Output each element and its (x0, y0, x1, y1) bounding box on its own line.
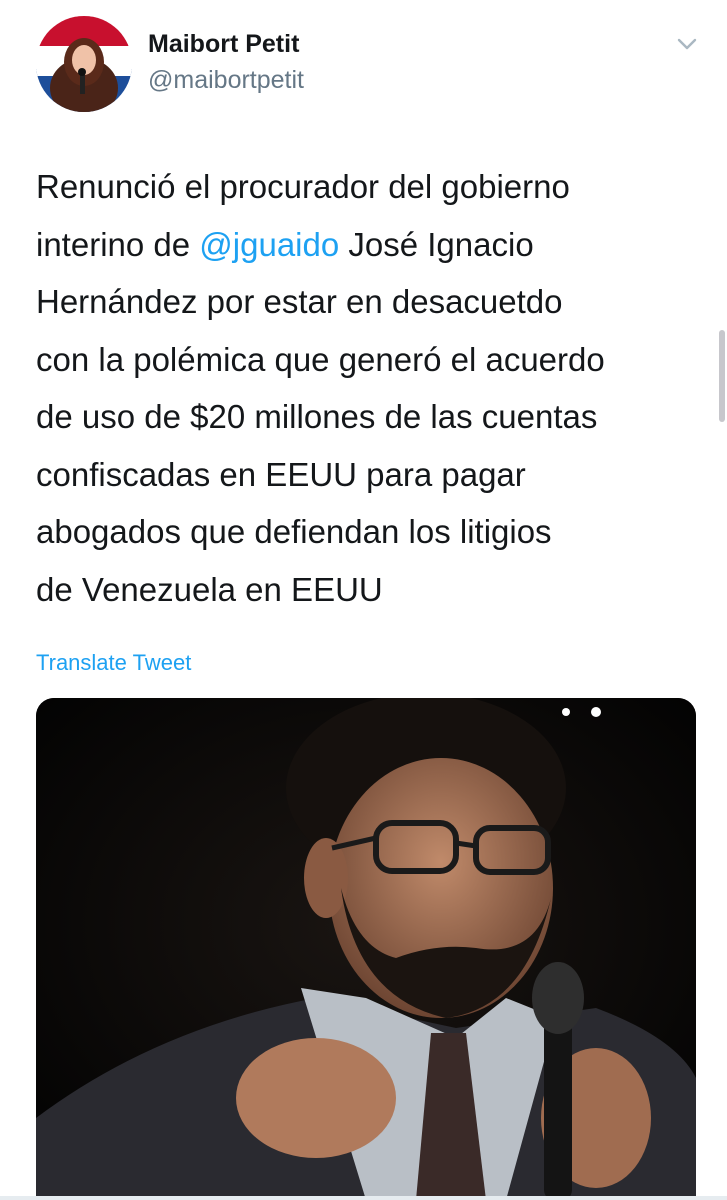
tweet-text-part-2: José Ignacio Hernández por estar en desa… (36, 225, 605, 608)
chevron-down-icon[interactable] (676, 36, 698, 52)
user-handle[interactable]: @maibortpetit (148, 66, 304, 95)
avatar[interactable] (36, 16, 132, 112)
tweet-photo[interactable] (36, 698, 696, 1200)
photo-of-man-with-microphone-icon (36, 698, 696, 1200)
display-name[interactable]: Maibort Petit (148, 30, 299, 59)
divider (0, 1196, 727, 1200)
translate-tweet-link[interactable]: Translate Tweet (36, 650, 191, 676)
avatar-image (36, 16, 132, 112)
mention-link[interactable]: @jguaido (199, 226, 339, 263)
scrollbar[interactable] (719, 330, 725, 422)
tweet-text: Renunció el procurador del gobierno inte… (36, 158, 706, 618)
